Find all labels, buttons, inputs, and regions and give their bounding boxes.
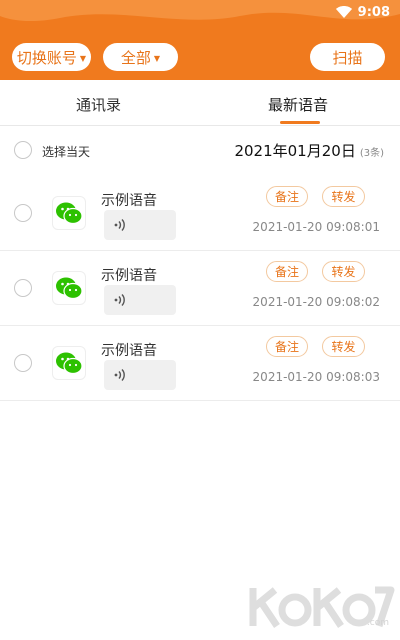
select-day-radio[interactable] <box>14 141 32 159</box>
tab-contacts[interactable]: 通讯录 <box>76 94 121 115</box>
forward-button[interactable]: 转发 <box>322 261 365 282</box>
list-item: 示例语音 备注 转发 2021-01-20 09:08:02 <box>0 251 400 326</box>
item-timestamp: 2021-01-20 09:08:02 <box>252 295 380 309</box>
scan-button[interactable]: 扫描 <box>310 43 385 71</box>
wifi-icon <box>335 6 352 18</box>
voice-message-bubble[interactable] <box>104 210 176 240</box>
wechat-icon <box>52 346 86 380</box>
tab-latest-voice[interactable]: 最新语音 <box>268 94 328 115</box>
date-text: 2021年01月20日 <box>234 142 356 160</box>
voice-message-bubble[interactable] <box>104 360 176 390</box>
status-bar: 9:08 <box>335 0 400 24</box>
item-count: (3条) <box>359 148 384 159</box>
select-day-label: 选择当天 <box>42 145 91 159</box>
wechat-icon <box>52 196 86 230</box>
triangle-down-icon: ▼ <box>79 53 87 63</box>
app-header: 9:08 切换账号 ▼ 全部 ▼ 扫描 <box>0 0 400 80</box>
select-day-row: 选择当天 2021年01月20日 (3条) <box>0 127 400 175</box>
item-title: 示例语音 <box>101 193 157 209</box>
date-header: 2021年01月20日 (3条) <box>234 140 384 161</box>
filter-all-label: 全部 <box>120 48 151 67</box>
status-time: 9:08 <box>357 4 390 20</box>
forward-button[interactable]: 转发 <box>322 186 365 207</box>
voice-wave-icon <box>114 219 125 231</box>
tab-bar: 通讯录 最新语音 <box>0 80 400 126</box>
account-switch-label: 切换账号 <box>16 48 77 67</box>
voice-wave-icon <box>114 294 125 306</box>
item-title: 示例语音 <box>101 343 157 359</box>
list-item: 示例语音 备注 转发 2021-01-20 09:08:03 <box>0 326 400 401</box>
account-switch-button[interactable]: 切换账号 ▼ <box>12 43 91 71</box>
item-select-radio[interactable] <box>14 279 32 297</box>
item-timestamp: 2021-01-20 09:08:03 <box>252 370 380 384</box>
forward-button[interactable]: 转发 <box>322 336 365 357</box>
item-select-radio[interactable] <box>14 354 32 372</box>
watermark-text: .com <box>366 618 389 628</box>
note-button[interactable]: 备注 <box>266 336 308 357</box>
wechat-icon <box>52 271 86 305</box>
list-item: 示例语音 备注 转发 2021-01-20 09:08:01 <box>0 176 400 251</box>
item-timestamp: 2021-01-20 09:08:01 <box>252 220 380 234</box>
item-select-radio[interactable] <box>14 204 32 222</box>
filter-all-button[interactable]: 全部 ▼ <box>103 43 178 71</box>
note-button[interactable]: 备注 <box>266 186 308 207</box>
scan-label: 扫描 <box>332 48 363 67</box>
note-button[interactable]: 备注 <box>266 261 308 282</box>
active-tab-indicator <box>280 121 320 124</box>
voice-wave-icon <box>114 369 125 381</box>
watermark-logo: .com <box>245 580 395 636</box>
item-title: 示例语音 <box>101 268 157 284</box>
voice-message-bubble[interactable] <box>104 285 176 315</box>
triangle-down-icon: ▼ <box>153 53 161 63</box>
